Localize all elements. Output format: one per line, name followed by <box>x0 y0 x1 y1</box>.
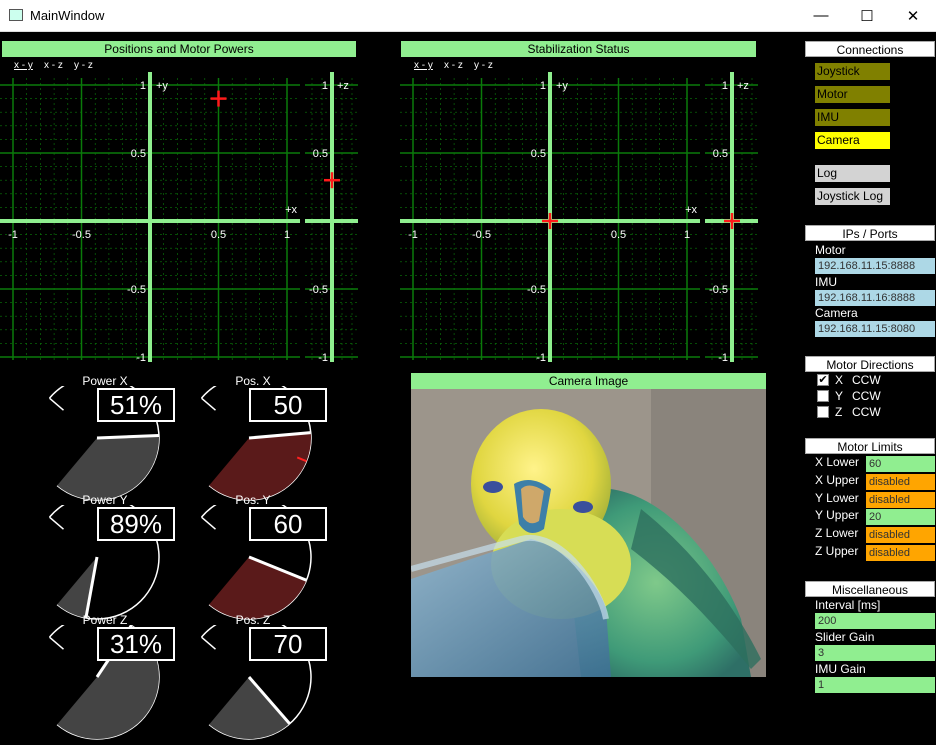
motor-ip-field[interactable]: 192.168.11.15:8888 <box>815 258 935 274</box>
limit-label: Y Upper <box>815 508 859 522</box>
limit-label: Z Upper <box>815 544 858 558</box>
y-axis-label: +y <box>156 80 168 92</box>
interval-field[interactable]: 200 <box>815 613 935 629</box>
camera-ip-label: Camera <box>815 306 858 320</box>
limit-label: X Lower <box>815 455 859 469</box>
z-tick-label: -1 <box>718 352 728 364</box>
x-tick-label: -1 <box>8 229 18 241</box>
motor-limits-title: Motor Limits <box>805 438 935 454</box>
positions-panel-title: Positions and Motor Powers <box>2 41 356 57</box>
limit-field[interactable]: disabled <box>866 527 935 543</box>
z-tick-label: 1 <box>322 80 328 92</box>
xy-position-marker <box>542 213 558 229</box>
title-bar: MainWindow — ☐ ✕ <box>0 0 936 32</box>
camera-panel-title: Camera Image <box>411 373 766 389</box>
stabilization-plot: -1 -0.5 0.5 1 1 0.5 -0.5 -1 1 0.5 -0.5 -1 +y +x +z <box>400 70 760 365</box>
z-position-marker <box>324 172 340 188</box>
slider-gain-label: Slider Gain <box>815 630 874 644</box>
gauge-value: 89% <box>97 507 175 541</box>
x-tick-label: -0.5 <box>472 229 491 241</box>
slider-gain-field[interactable]: 3 <box>815 645 935 661</box>
x-tick-label: -1 <box>408 229 418 241</box>
direction-axis-label: X <box>835 373 843 387</box>
z-axis-label: +z <box>737 80 749 92</box>
z-tick-label: 1 <box>722 80 728 92</box>
imu-ip-label: IMU <box>815 275 837 289</box>
y-tick-label: -1 <box>536 352 546 364</box>
y-tick-label: 0.5 <box>131 148 146 160</box>
maximize-button[interactable]: ☐ <box>844 0 890 31</box>
connections-title: Connections <box>805 41 935 57</box>
imu-button[interactable]: IMU <box>815 109 890 126</box>
gauge-value: 51% <box>97 388 175 422</box>
imu-ip-field[interactable]: 192.168.11.16:8888 <box>815 290 935 306</box>
limit-label: Y Lower <box>815 491 859 505</box>
camera-ip-field[interactable]: 192.168.11.15:8080 <box>815 321 935 337</box>
app-icon <box>9 9 23 21</box>
positions-plot: -1 -0.5 0.5 1 1 0.5 -0.5 -1 1 0.5 -0.5 -1 +y +x +z <box>0 70 360 365</box>
x-tick-label: 1 <box>684 229 690 241</box>
direction-checkbox-y[interactable] <box>817 390 829 402</box>
miscellaneous-title: Miscellaneous <box>805 581 935 597</box>
joystick-log-button[interactable]: Joystick Log <box>815 188 890 205</box>
limit-field[interactable]: disabled <box>866 474 935 490</box>
window-title: MainWindow <box>30 8 104 23</box>
limit-field[interactable]: 20 <box>866 509 935 525</box>
minimize-button[interactable]: — <box>798 0 844 31</box>
xy-position-marker <box>211 91 227 107</box>
motor-button[interactable]: Motor <box>815 86 890 103</box>
z-axis-label: +z <box>337 80 349 92</box>
limit-label: X Upper <box>815 473 859 487</box>
y-tick-label: -0.5 <box>527 284 546 296</box>
camera-button[interactable]: Camera <box>815 132 890 149</box>
y-axis-label: +y <box>556 80 568 92</box>
stabilization-panel-title: Stabilization Status <box>401 41 756 57</box>
close-button[interactable]: ✕ <box>890 0 936 31</box>
direction-axis-label: Y <box>835 389 843 403</box>
direction-checkbox-z[interactable] <box>817 406 829 418</box>
y-tick-label: -1 <box>136 352 146 364</box>
z-tick-label: -1 <box>318 352 328 364</box>
x-tick-label: 0.5 <box>611 229 626 241</box>
y-tick-label: 1 <box>140 80 146 92</box>
limit-label: Z Lower <box>815 526 858 540</box>
joystick-button[interactable]: Joystick <box>815 63 890 80</box>
y-tick-label: 0.5 <box>531 148 546 160</box>
log-button[interactable]: Log <box>815 165 890 182</box>
limit-field[interactable]: disabled <box>866 545 935 561</box>
x-tick-label: 1 <box>284 229 290 241</box>
z-position-marker <box>724 213 740 229</box>
direction-checkbox-x[interactable]: ✔ <box>817 374 829 386</box>
y-tick-label: -0.5 <box>127 284 146 296</box>
x-tick-label: -0.5 <box>72 229 91 241</box>
interval-label: Interval [ms] <box>815 598 880 612</box>
direction-axis-label: Z <box>835 405 842 419</box>
gauge-value: 60 <box>249 507 327 541</box>
ips-ports-title: IPs / Ports <box>805 225 935 241</box>
direction-ccw-label: CCW <box>852 373 881 387</box>
y-tick-label: 1 <box>540 80 546 92</box>
direction-ccw-label: CCW <box>852 405 881 419</box>
motor-directions-title: Motor Directions <box>805 356 935 372</box>
gauge-value: 31% <box>97 627 175 661</box>
x-axis-label: +x <box>685 204 697 216</box>
z-tick-label: 0.5 <box>313 148 328 160</box>
z-tick-label: -0.5 <box>709 284 728 296</box>
imu-gain-field[interactable]: 1 <box>815 677 935 693</box>
limit-field[interactable]: 60 <box>866 456 935 472</box>
z-tick-label: 0.5 <box>713 148 728 160</box>
gauge-fill <box>209 557 306 619</box>
motor-ip-label: Motor <box>815 243 846 257</box>
z-tick-label: -0.5 <box>309 284 328 296</box>
x-tick-label: 0.5 <box>211 229 226 241</box>
direction-ccw-label: CCW <box>852 389 881 403</box>
gauge-fill <box>57 436 159 500</box>
limit-field[interactable]: disabled <box>866 492 935 508</box>
camera-image <box>411 389 766 677</box>
gauge-value: 50 <box>249 388 327 422</box>
imu-gain-label: IMU Gain <box>815 662 866 676</box>
x-axis-label: +x <box>285 204 297 216</box>
gauge-value: 70 <box>249 627 327 661</box>
gauge-fill <box>209 433 311 500</box>
